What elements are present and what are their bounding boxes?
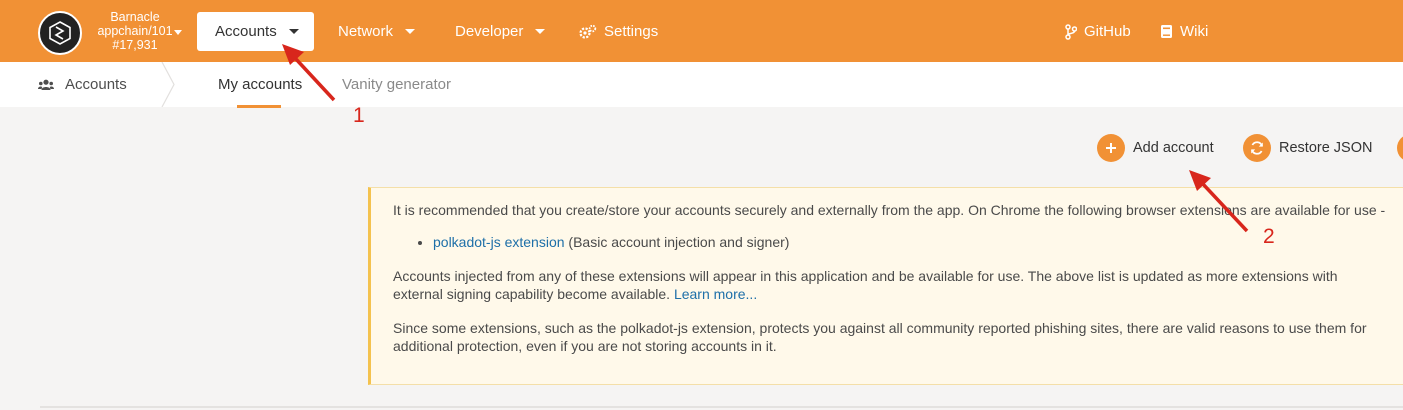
- annotation-arrows: [282, 44, 1249, 233]
- annotation-label-1: 1: [353, 104, 365, 127]
- annotation-arrow-1: [293, 56, 336, 102]
- annotation-label-2: 2: [1263, 225, 1275, 248]
- annotation-arrow-2: [1200, 181, 1249, 233]
